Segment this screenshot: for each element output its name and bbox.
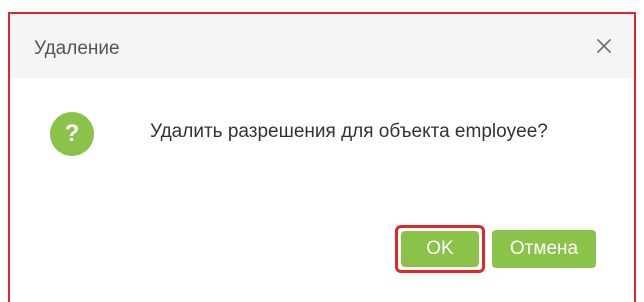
- dialog-header: Удаление: [10, 14, 634, 78]
- close-button[interactable]: [590, 32, 618, 60]
- dialog-title: Удаление: [34, 38, 120, 59]
- dialog-message: Удалить разрешения для объекта employee?: [150, 121, 548, 142]
- delete-dialog: Удаление ? Удалить разрешения для объект…: [8, 12, 636, 302]
- question-icon: ?: [50, 112, 94, 156]
- ok-button-focus-ring: OK: [395, 225, 485, 273]
- close-icon: [597, 39, 611, 53]
- cancel-button[interactable]: Отмена: [492, 230, 596, 268]
- ok-button[interactable]: OK: [401, 231, 479, 267]
